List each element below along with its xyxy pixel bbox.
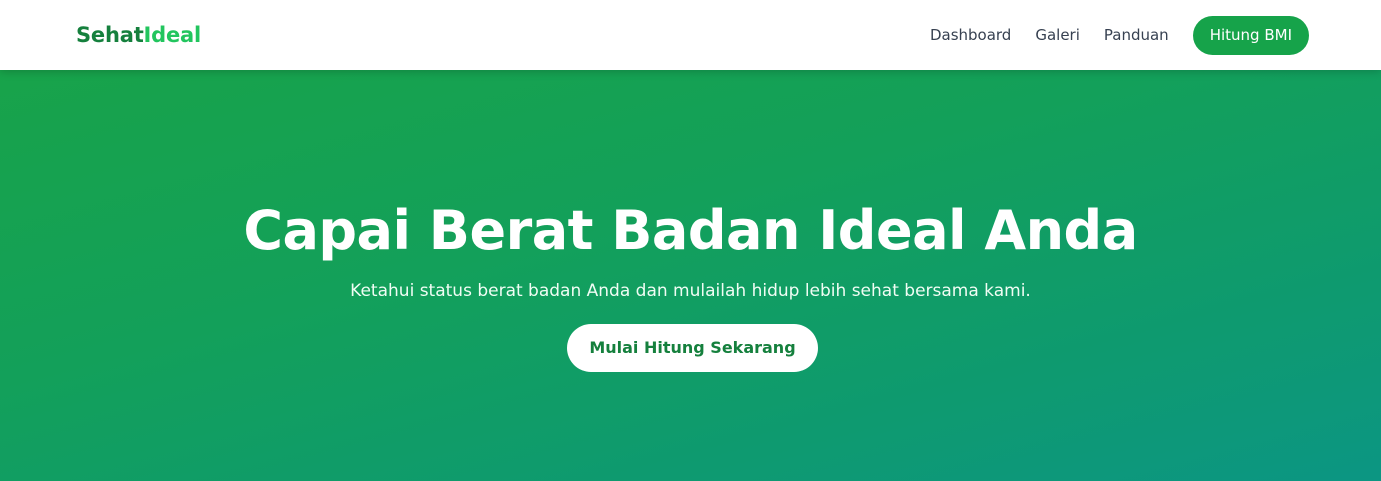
hero-section: Capai Berat Badan Ideal Anda Ketahui sta… [0, 70, 1381, 481]
navbar: SehatIdeal Dashboard Galeri Panduan Hitu… [0, 0, 1381, 70]
hero-title: Capai Berat Badan Ideal Anda [243, 199, 1138, 262]
nav-links: Dashboard Galeri Panduan Hitung BMI [930, 15, 1309, 55]
hitung-bmi-button[interactable]: Hitung BMI [1192, 15, 1309, 55]
start-calculate-button[interactable]: Mulai Hitung Sekarang [567, 324, 818, 372]
brand-logo[interactable]: SehatIdeal [76, 22, 201, 48]
nav-link-dashboard[interactable]: Dashboard [930, 25, 1011, 45]
hero-subtitle: Ketahui status berat badan Anda dan mula… [350, 281, 1031, 301]
brand-logo-part1: Sehat [76, 23, 144, 47]
brand-logo-part2: Ideal [143, 23, 202, 47]
nav-link-panduan[interactable]: Panduan [1104, 25, 1169, 45]
nav-link-galeri[interactable]: Galeri [1035, 25, 1080, 45]
